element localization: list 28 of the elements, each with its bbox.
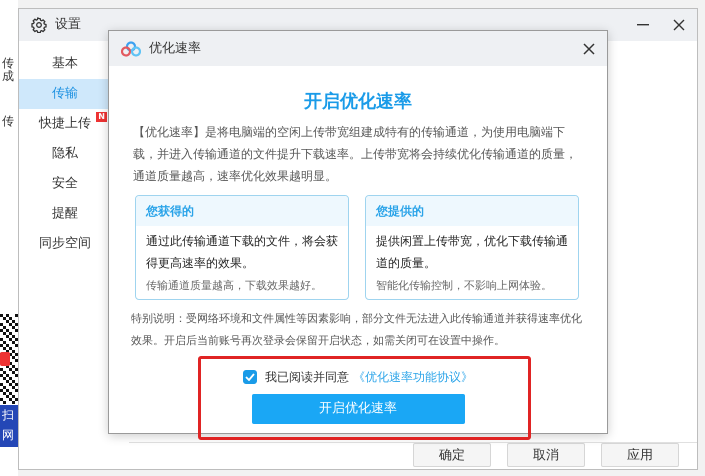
settings-icon [31, 17, 47, 33]
background-text: 成 [2, 69, 14, 85]
background-text: 传 [2, 55, 14, 70]
dialog-title: 优化速率 [149, 40, 201, 58]
card-body-text: 提供闲置上传带宽，优化下载传输通道的质量。 [375, 233, 569, 272]
card-body-text: 通过此传输通道下载的文件，将会获得更高速率的效果。 [145, 233, 339, 272]
dialog-heading: 开启优化速率 [303, 90, 413, 114]
close-icon[interactable] [673, 19, 685, 31]
sidebar-item[interactable]: 快捷上传 N [19, 109, 129, 139]
card-title: 您获得的 [136, 196, 348, 226]
card-note: 智能化传输控制，不影响上网体验。 [375, 278, 553, 294]
dialog-button[interactable]: 确定 [413, 443, 491, 467]
card-title: 您提供的 [366, 196, 578, 226]
notice-paragraph: 特别说明：受网络环境和文件属性等因素影响，部分文件无法进入此传输通道并获得速率优化效果。开启后当前账号再次登录会保留开启状态，如需关闭可在设置中操作。 [130, 310, 583, 348]
banner-text: 网 [2, 427, 15, 444]
card-note: 传输通道质量越高，下载效果越好。 [145, 278, 323, 294]
new-badge: N [96, 112, 107, 122]
agreement-label: 我已阅读并同意 [265, 368, 349, 386]
window-title: 设置 [55, 16, 81, 34]
banner-text: 扫 [2, 407, 15, 424]
minimize-icon[interactable] [637, 24, 649, 26]
background-text: 传 [2, 113, 14, 130]
dialog-button[interactable]: 取消 [507, 443, 585, 467]
intro-paragraph: 【优化速率】是将电脑端的空闲上传带宽组建成特有的传输通道，为使用电脑端下载，并进入传输通道的文件提升下载速率。上传带宽将会持续优化传输通道的质量，通道质量越高，速率优化效果越明显。 [132, 124, 578, 185]
checkbox[interactable] [243, 370, 257, 384]
dialog-button[interactable]: 应用 [601, 443, 679, 467]
cloud-logo-icon [121, 40, 141, 56]
close-icon[interactable] [583, 42, 595, 54]
